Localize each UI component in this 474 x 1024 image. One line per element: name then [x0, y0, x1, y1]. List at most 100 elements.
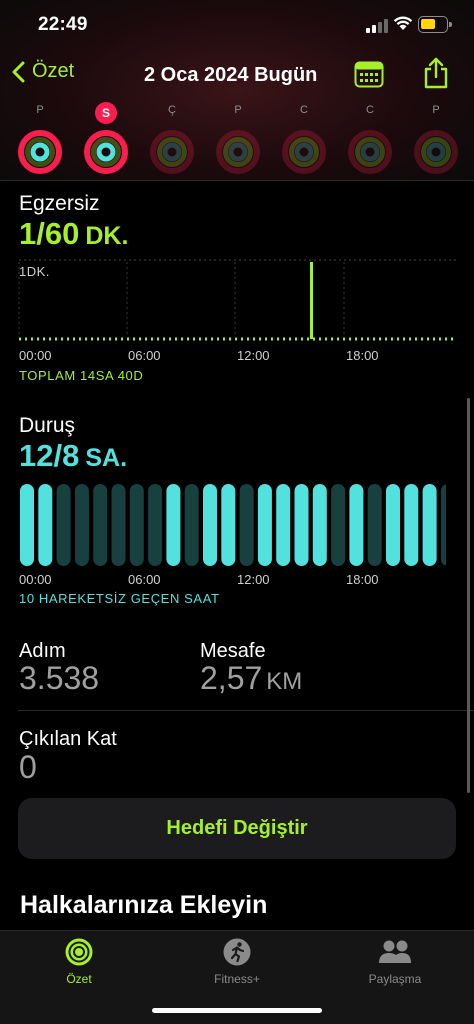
distance-value: 2,57 KM [200, 660, 302, 697]
rings-icon [65, 938, 93, 966]
stand-hour-bar [56, 484, 71, 566]
stand-tick-0: 00:00 [19, 572, 52, 587]
stand-hour-bar [404, 484, 419, 566]
activity-rings-icon [18, 130, 62, 174]
exercise-value: 1/60 DK. [19, 216, 128, 252]
stand-title: Duruş [19, 414, 76, 437]
tab-fitness-plus-label: Fitness+ [214, 972, 260, 986]
day-letter-today: S [95, 102, 117, 124]
tab-summary-label: Özet [66, 972, 92, 986]
share-button[interactable] [422, 56, 450, 90]
day-thursday[interactable]: P [210, 100, 266, 180]
calendar-button[interactable] [354, 60, 384, 88]
stand-hour-bar [129, 484, 144, 566]
tab-summary[interactable]: Özet [19, 937, 139, 997]
stand-summary: 10 HAREKETSİZ GEÇEN SAAT [19, 591, 220, 606]
stand-hour-bar [422, 484, 437, 566]
stand-hour-bar [184, 484, 199, 566]
tab-sharing[interactable]: Paylaşma [335, 937, 455, 997]
stand-hour-bar [312, 484, 327, 566]
flights-label: Çıkılan Kat [19, 728, 117, 750]
stand-value-unit: SA. [85, 444, 128, 472]
stand-hour-bar [239, 484, 254, 566]
exercise-tick-6: 06:00 [128, 348, 161, 363]
day-letter: P [234, 104, 242, 116]
stand-hour-bar [294, 484, 309, 566]
distance-value-number: 2,57 [200, 660, 263, 696]
stand-chart [20, 484, 446, 566]
chevron-left-icon [12, 61, 25, 82]
stand-tick-12: 12:00 [237, 572, 270, 587]
day-letter: Ç [168, 104, 176, 116]
exercise-title: Egzersiz [19, 192, 100, 215]
day-friday[interactable]: C [276, 100, 332, 180]
stand-hour-bar [38, 484, 53, 566]
exercise-chart [18, 259, 456, 341]
status-time: 22:49 [38, 14, 88, 35]
home-indicator [152, 1008, 322, 1013]
activity-rings-icon [84, 130, 128, 174]
page-title: 2 Oca 2024 Bugün [144, 64, 318, 86]
exercise-tick-18: 18:00 [346, 348, 379, 363]
activity-rings-icon [216, 130, 260, 174]
stand-hour-bar [203, 484, 217, 566]
exercise-chart-bar [310, 262, 313, 339]
stand-hour-bar [148, 484, 163, 566]
tab-fitness-plus[interactable]: Fitness+ [177, 937, 297, 997]
stand-hour-bar [111, 484, 126, 566]
stand-tick-6: 06:00 [128, 572, 161, 587]
day-saturday[interactable]: C [342, 100, 398, 180]
day-sunday[interactable]: P [408, 100, 464, 180]
stand-hour-bar [93, 484, 108, 566]
stand-value-number: 12/8 [19, 438, 80, 473]
day-tuesday[interactable]: S [78, 100, 134, 180]
stand-hour-bar [20, 484, 34, 566]
exercise-total: TOPLAM 14SA 40D [19, 368, 144, 383]
week-selector: P S Ç P C C P [0, 100, 474, 180]
exercise-value-number: 1/60 [19, 216, 80, 251]
flights-value: 0 [19, 749, 37, 785]
tab-sharing-label: Paylaşma [368, 972, 422, 986]
share-icon [424, 57, 448, 89]
activity-rings-icon [414, 130, 458, 174]
stand-hour-bar [221, 484, 236, 566]
stand-hour-bar [166, 484, 181, 566]
distance-value-unit: KM [266, 668, 303, 695]
day-letter: P [432, 104, 440, 116]
people-icon [379, 940, 411, 963]
activity-rings-icon [150, 130, 194, 174]
back-button[interactable]: Özet [12, 60, 74, 83]
stand-value: 12/8 SA. [19, 438, 127, 474]
stand-hour-bar [74, 484, 89, 566]
status-bar: 22:49 [0, 0, 474, 52]
stand-hour-bar [367, 484, 382, 566]
activity-rings-icon [348, 130, 392, 174]
wifi-icon [393, 16, 413, 30]
exercise-value-unit: DK. [85, 222, 129, 250]
cellular-signal-icon [366, 19, 388, 33]
day-monday[interactable]: P [12, 100, 68, 180]
day-wednesday[interactable]: Ç [144, 100, 200, 180]
runner-icon [223, 938, 251, 966]
back-label: Özet [32, 60, 75, 82]
battery-icon [418, 16, 452, 33]
stats-divider [18, 710, 474, 711]
navigation-bar: Özet 2 Oca 2024 Bugün [0, 56, 474, 96]
change-goal-button[interactable]: Hedefi Değiştir [18, 798, 456, 859]
stand-hour-bar [276, 484, 291, 566]
day-letter: P [36, 104, 44, 116]
exercise-tick-0: 00:00 [19, 348, 52, 363]
stand-tick-18: 18:00 [346, 572, 379, 587]
header-divider [0, 180, 474, 181]
change-goal-label: Hedefi Değiştir [166, 817, 308, 839]
add-to-rings-heading: Halkalarınıza Ekleyin [20, 891, 268, 919]
scrollbar[interactable] [467, 398, 470, 793]
calendar-icon [354, 61, 384, 88]
stand-hour-bar [440, 484, 446, 566]
day-letter: C [300, 104, 308, 116]
stand-hour-bar [257, 484, 272, 566]
steps-value: 3.538 [19, 660, 100, 696]
stand-hour-bar [386, 484, 400, 566]
day-letter: C [366, 104, 374, 116]
exercise-tick-12: 12:00 [237, 348, 270, 363]
